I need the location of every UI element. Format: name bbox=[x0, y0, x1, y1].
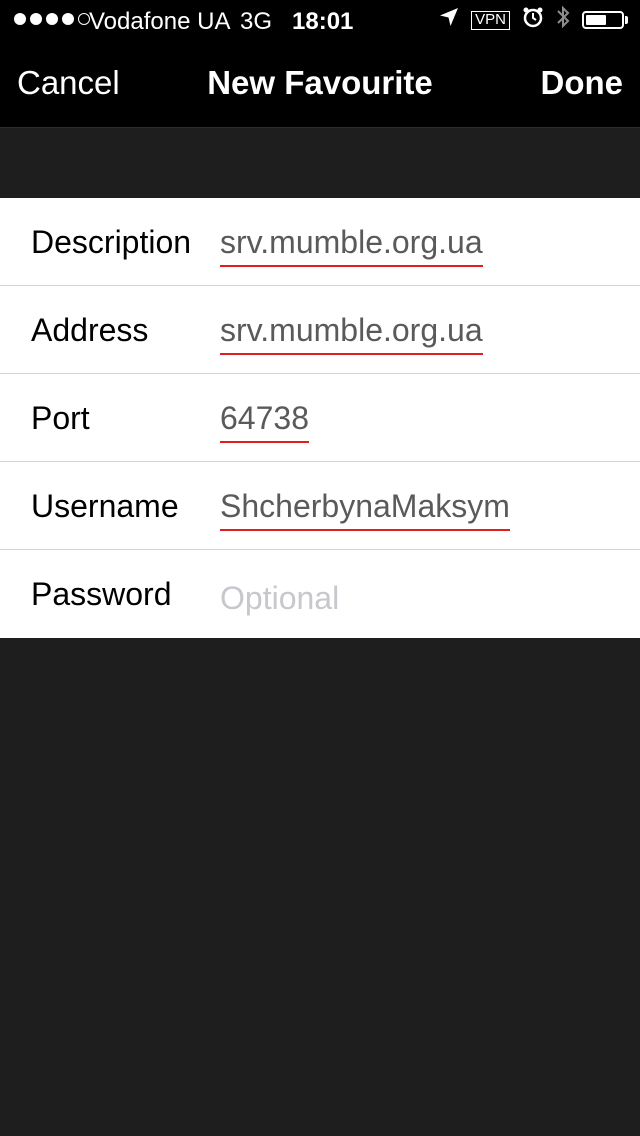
description-row[interactable]: Description srv.mumble.org.ua bbox=[0, 198, 640, 286]
username-field[interactable]: ShcherbynaMaksym bbox=[220, 488, 510, 531]
vpn-icon: VPN bbox=[471, 10, 510, 30]
alarm-icon bbox=[522, 6, 544, 35]
address-field[interactable]: srv.mumble.org.ua bbox=[220, 312, 483, 355]
signal-dot bbox=[62, 13, 74, 25]
favourite-form: Description srv.mumble.org.ua Address sr… bbox=[0, 198, 640, 638]
address-row[interactable]: Address srv.mumble.org.ua bbox=[0, 286, 640, 374]
bluetooth-icon bbox=[556, 5, 570, 36]
password-label: Password bbox=[31, 576, 172, 612]
clock: 18:01 bbox=[292, 8, 354, 35]
description-label: Description bbox=[31, 224, 192, 260]
signal-dot bbox=[14, 13, 26, 25]
location-icon bbox=[439, 6, 459, 34]
cancel-button[interactable]: Cancel bbox=[17, 64, 120, 102]
signal-dot bbox=[46, 13, 58, 25]
signal-dot bbox=[30, 13, 42, 25]
navigation-bar: Cancel New Favourite Done bbox=[0, 40, 640, 128]
username-label: Username bbox=[31, 488, 179, 524]
signal-strength-icon bbox=[14, 13, 90, 25]
status-icons: VPN bbox=[439, 5, 628, 36]
status-bar: Vodafone UA 3G 18:01 VPN bbox=[0, 0, 640, 40]
address-label: Address bbox=[31, 312, 149, 348]
network-type: 3G bbox=[240, 8, 273, 35]
password-field[interactable]: Optional bbox=[220, 580, 339, 617]
username-row[interactable]: Username ShcherbynaMaksym bbox=[0, 462, 640, 550]
password-row[interactable]: Password Optional bbox=[0, 550, 640, 638]
carrier-name: Vodafone UA bbox=[89, 8, 231, 35]
description-field[interactable]: srv.mumble.org.ua bbox=[220, 224, 483, 267]
port-label: Port bbox=[31, 400, 90, 436]
battery-icon bbox=[582, 11, 628, 29]
done-button[interactable]: Done bbox=[541, 64, 624, 102]
screen: Vodafone UA 3G 18:01 VPN Cancel New Favo… bbox=[0, 0, 640, 1136]
port-row[interactable]: Port 64738 bbox=[0, 374, 640, 462]
port-field[interactable]: 64738 bbox=[220, 400, 309, 443]
